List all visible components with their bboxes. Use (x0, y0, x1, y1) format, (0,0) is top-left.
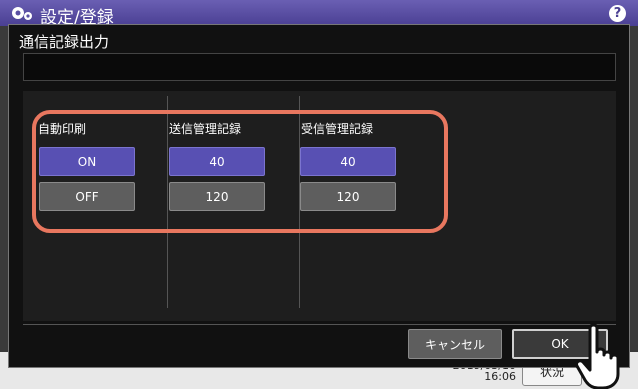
send-log-120-button[interactable]: 120 (169, 182, 265, 211)
dialog-title: 通信記録出力 (19, 33, 110, 51)
footer-divider (23, 324, 616, 325)
settings-panel: 自動印刷 ON OFF 送信管理記録 40 120 受信管理記録 40 120 (23, 91, 616, 321)
settings-gear-icon (12, 7, 32, 20)
cancel-button[interactable]: キャンセル (408, 329, 502, 359)
message-bar (23, 53, 616, 81)
receive-log-40-button[interactable]: 40 (300, 147, 396, 176)
receive-log-label: 受信管理記録 (301, 122, 374, 136)
column-divider (167, 96, 168, 308)
communication-log-dialog: 通信記録出力 自動印刷 ON OFF 送信管理記録 40 120 受信管理記録 … (8, 24, 630, 368)
receive-log-120-button[interactable]: 120 (300, 182, 396, 211)
pointer-hand-icon (575, 323, 620, 389)
send-log-40-button[interactable]: 40 (169, 147, 265, 176)
auto-print-off-button[interactable]: OFF (39, 182, 135, 211)
help-icon[interactable]: ? (609, 5, 626, 22)
auto-print-label: 自動印刷 (38, 122, 87, 136)
auto-print-on-button[interactable]: ON (39, 147, 135, 176)
send-log-label: 送信管理記録 (169, 122, 242, 136)
